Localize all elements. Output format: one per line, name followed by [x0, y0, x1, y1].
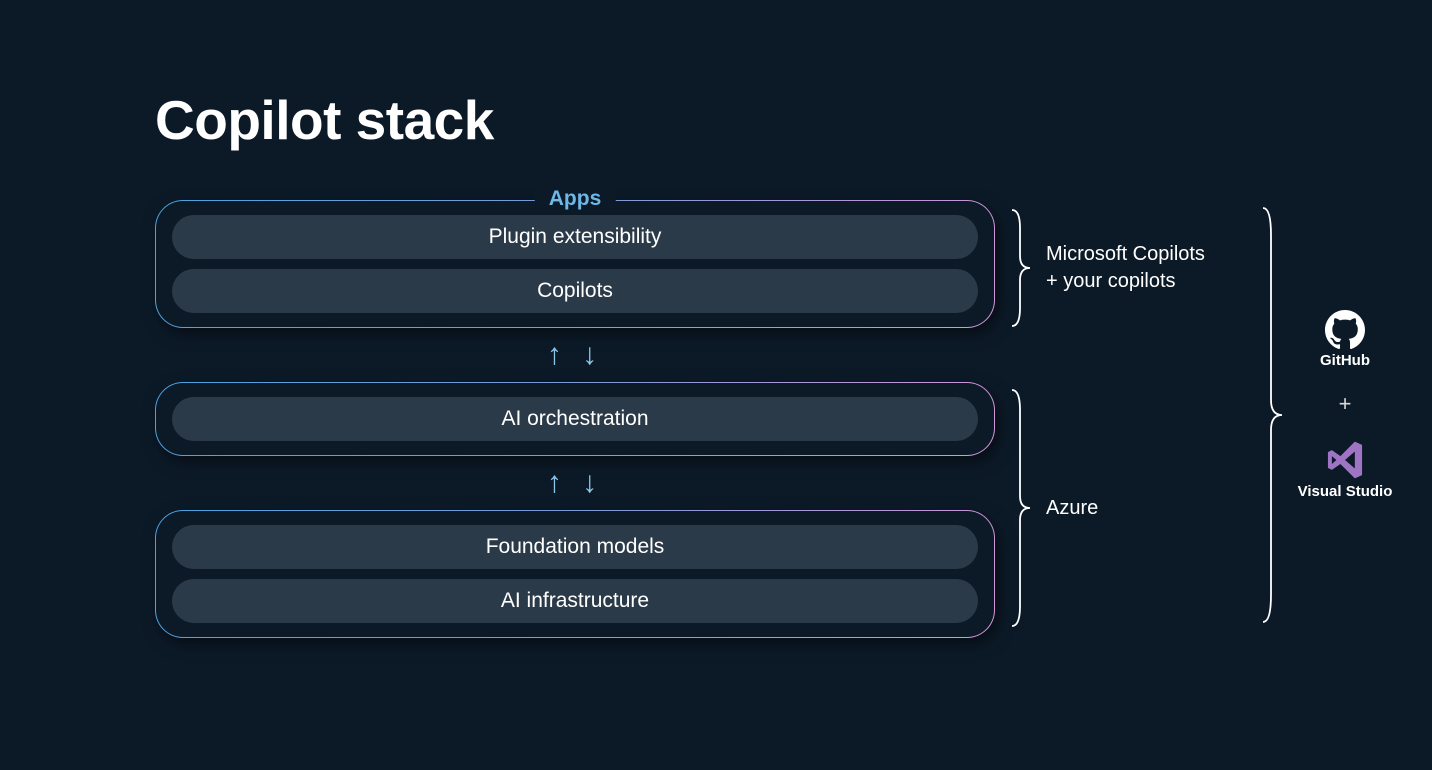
bracket-copilots-text: Microsoft Copilots+ your copilots	[1046, 241, 1205, 295]
plus-icon: +	[1285, 391, 1405, 417]
pill-copilots: Copilots	[172, 269, 978, 313]
bracket-copilots: Microsoft Copilots+ your copilots	[1010, 208, 1205, 328]
tools-column: GitHub + Visual Studio	[1285, 310, 1405, 500]
pill-ai-infrastructure: AI infrastructure	[172, 579, 978, 623]
visual-studio-logo-block: Visual Studio	[1285, 439, 1405, 500]
arrows-icon: ↑ ↓	[155, 468, 995, 498]
github-logo-block: GitHub	[1285, 310, 1405, 369]
layer-orchestration: AI orchestration	[155, 382, 995, 456]
layer-apps-label: Apps	[535, 187, 616, 211]
bracket-azure: Azure	[1010, 388, 1098, 628]
bracket-tools	[1260, 205, 1284, 630]
visual-studio-icon	[1324, 439, 1366, 481]
visual-studio-label: Visual Studio	[1298, 483, 1393, 500]
brace-icon	[1010, 208, 1032, 328]
pill-ai-orchestration: AI orchestration	[172, 397, 978, 441]
diagram-title: Copilot stack	[155, 88, 494, 152]
pill-foundation-models: Foundation models	[172, 525, 978, 569]
layer-apps: Apps Plugin extensibility Copilots	[155, 200, 995, 328]
bracket-azure-text: Azure	[1046, 495, 1098, 522]
github-label: GitHub	[1320, 352, 1370, 369]
arrows-icon: ↑ ↓	[155, 340, 995, 370]
github-icon	[1325, 310, 1365, 350]
brace-icon	[1260, 205, 1284, 625]
pill-plugin-extensibility: Plugin extensibility	[172, 215, 978, 259]
brace-icon	[1010, 388, 1032, 628]
layer-foundation: Foundation models AI infrastructure	[155, 510, 995, 638]
stack-column: Apps Plugin extensibility Copilots ↑ ↓ A…	[155, 200, 995, 638]
